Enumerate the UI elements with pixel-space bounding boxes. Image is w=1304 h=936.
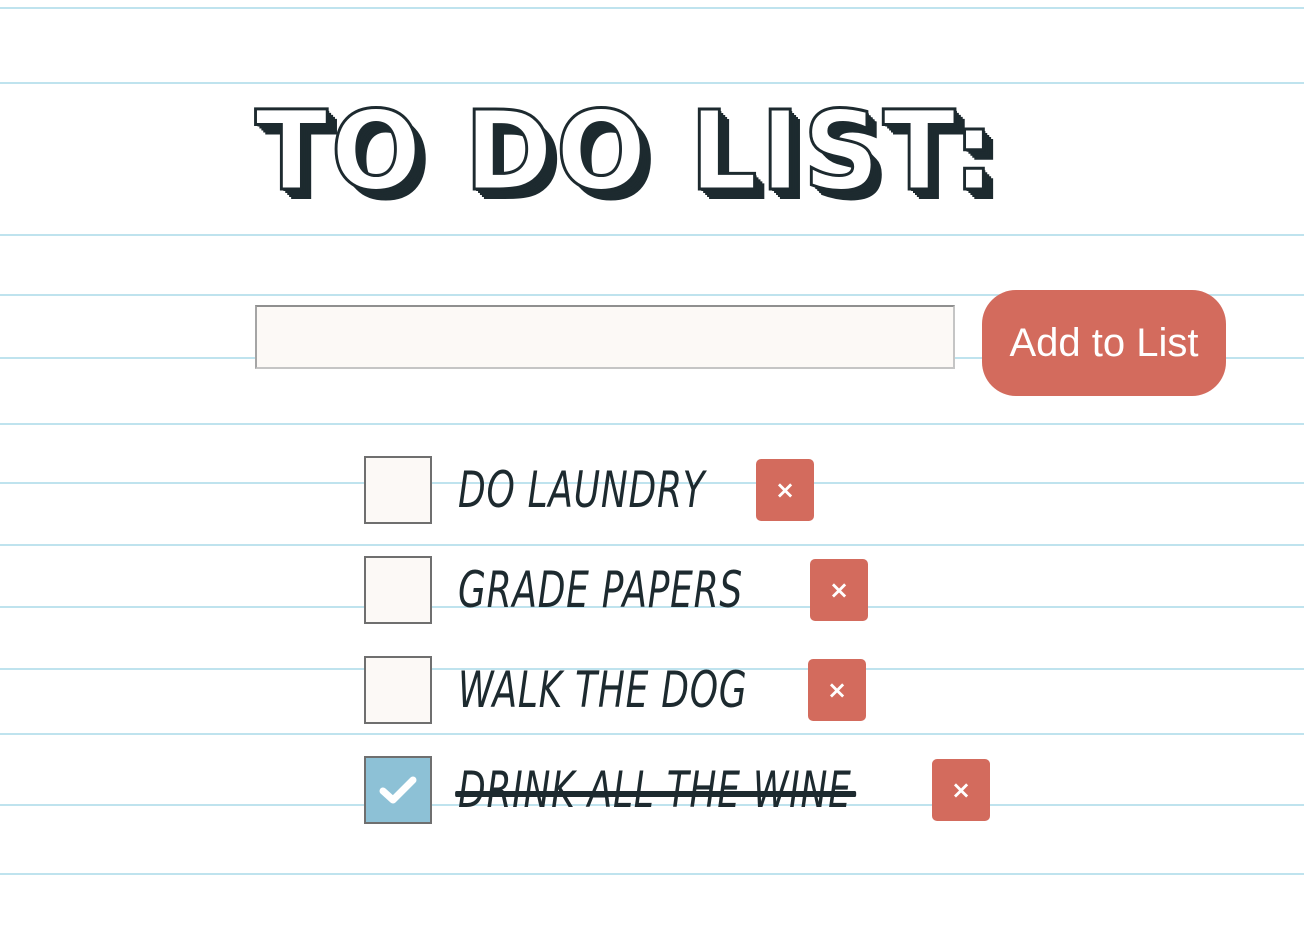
rule-line: [0, 544, 1304, 546]
todo-checkbox[interactable]: [364, 556, 432, 624]
close-icon: ×: [950, 776, 972, 804]
rule-line: [0, 873, 1304, 875]
delete-button[interactable]: ×: [808, 659, 866, 721]
todo-checkbox[interactable]: [364, 656, 432, 724]
todo-text: WALK THE DOG: [458, 661, 748, 719]
page-title: TO DO LIST:: [254, 87, 999, 215]
new-task-input[interactable]: [255, 305, 955, 369]
todo-checkbox[interactable]: [364, 756, 432, 824]
rule-line: [0, 423, 1304, 425]
todo-item: DO LAUNDRY ×: [364, 456, 814, 524]
delete-button[interactable]: ×: [810, 559, 868, 621]
close-icon: ×: [774, 476, 796, 504]
rule-line: [0, 7, 1304, 9]
close-icon: ×: [826, 676, 848, 704]
todo-item: DRINK ALL THE WINE ×: [364, 756, 1005, 824]
todo-text: GRADE PAPERS: [458, 561, 743, 619]
delete-button[interactable]: ×: [756, 459, 814, 521]
todo-item: WALK THE DOG ×: [364, 656, 866, 724]
todo-text: DO LAUNDRY: [458, 461, 706, 519]
delete-button[interactable]: ×: [932, 759, 990, 821]
rule-line: [0, 733, 1304, 735]
rule-line: [0, 82, 1304, 84]
check-icon: [379, 776, 417, 804]
rule-line: [0, 234, 1304, 236]
todo-text: DRINK ALL THE WINE: [455, 761, 856, 819]
close-icon: ×: [828, 576, 850, 604]
todo-checkbox[interactable]: [364, 456, 432, 524]
todo-item: GRADE PAPERS ×: [364, 556, 868, 624]
add-to-list-button[interactable]: Add to List: [982, 290, 1226, 396]
